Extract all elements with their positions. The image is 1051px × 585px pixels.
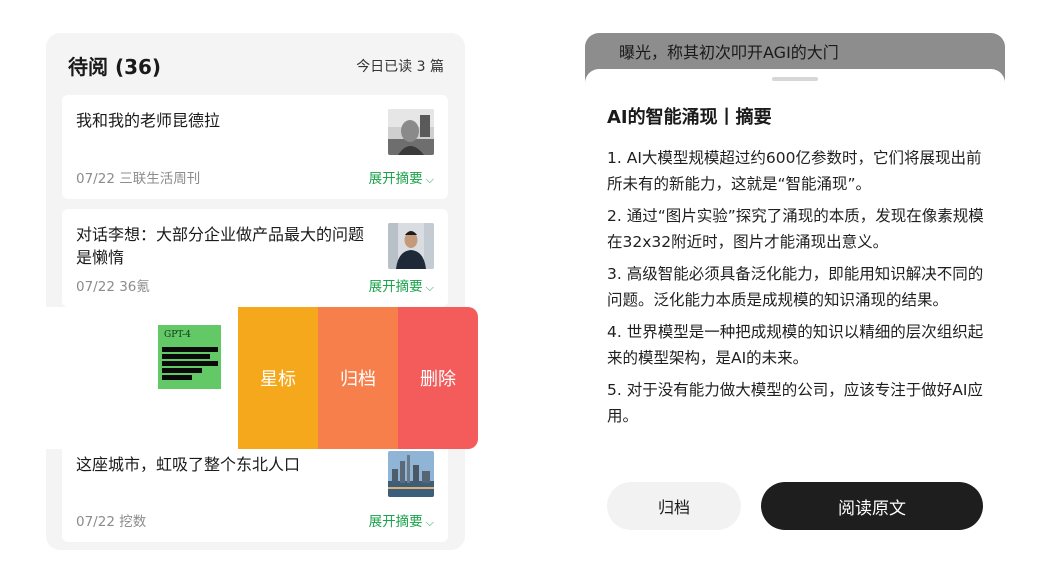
star-button[interactable]: 星标 xyxy=(238,307,318,449)
expand-summary-label: 展开摘要 xyxy=(368,514,423,530)
article-title: 对话李想：大部分企业做产品最大的问题是懒惰 xyxy=(76,225,365,267)
summary-panel: 曝光，称其初次叩开AGI的大门 AI的智能涌现丨摘要 1. AI大模型规模超过约… xyxy=(585,33,1005,550)
delete-button[interactable]: 删除 xyxy=(398,307,478,449)
summary-point: 4. 世界模型是一种把成规模的知识以精细的层次组织起来的模型架构，是AI的未来。 xyxy=(607,323,984,367)
article-thumbnail: GPT-4 xyxy=(158,325,221,389)
redacted-lines-graphic xyxy=(162,347,218,382)
summary-title: AI的智能涌现丨摘要 xyxy=(607,107,772,128)
article-thumbnail xyxy=(388,223,434,269)
archive-button[interactable]: 归档 xyxy=(607,482,741,530)
article-thumbnail xyxy=(388,109,434,155)
article-meta: 07/22 36氪 xyxy=(76,279,150,295)
sheet-drag-handle[interactable] xyxy=(772,77,818,81)
list-header: 待阅 (36) 今日已读 3 篇 xyxy=(68,51,444,79)
article-title: 我和我的老师昆德拉 xyxy=(76,111,221,130)
swipe-actions: 星标 归档 删除 xyxy=(238,307,478,449)
read-original-button[interactable]: 阅读原文 xyxy=(761,482,983,530)
expand-summary-button[interactable]: 展开摘要 ⌵ xyxy=(369,510,434,530)
article-meta: 07/22 挖数 xyxy=(76,514,147,530)
summary-list: 1. AI大模型规模超过约600亿参数时，它们将展现出前所未有的新能力，这就是“… xyxy=(607,145,985,435)
expand-summary-button[interactable]: 展开摘要 ⌵ xyxy=(369,167,434,187)
summary-bottom-sheet: AI的智能涌现丨摘要 1. AI大模型规模超过约600亿参数时，它们将展现出前所… xyxy=(585,69,1005,550)
expand-summary-label: 展开摘要 xyxy=(368,279,423,295)
article-meta: 07/22 三联生活周刊 xyxy=(76,171,201,187)
article-card[interactable]: 对话李想：大部分企业做产品最大的问题是懒惰 07/22 36氪 展开摘要 ⌵ xyxy=(62,209,448,307)
article-thumbnail xyxy=(388,451,434,497)
summary-point: 5. 对于没有能力做大模型的公司，应该专注于做好AI应用。 xyxy=(607,381,983,425)
thumbnail-caption: GPT-4 xyxy=(164,330,191,340)
summary-point: 1. AI大模型规模超过约600亿参数时，它们将展现出前所未有的新能力，这就是“… xyxy=(607,149,982,193)
expand-summary-label: 展开摘要 xyxy=(368,171,423,187)
archive-swipe-button[interactable]: 归档 xyxy=(318,307,398,449)
article-card[interactable]: 我和我的老师昆德拉 07/22 三联生活周刊 展开摘要 ⌵ xyxy=(62,95,448,199)
summary-point: 2. 通过“图片实验”探究了涌现的本质，发现在像素规模在32x32附近时，图片才… xyxy=(607,207,984,251)
list-title: 待阅 (36) xyxy=(68,55,162,79)
summary-point: 3. 高级智能必须具备泛化能力，即能用知识解决不同的问题。泛化能力本质是成规模的… xyxy=(607,265,984,309)
article-card[interactable]: 这座城市，虹吸了整个东北人口 07/22 挖数 展开摘要 ⌵ xyxy=(62,437,448,542)
today-read-count: 今日已读 3 篇 xyxy=(356,59,444,75)
swiped-article-row[interactable]: GPT-4 星标 归档 删除 xyxy=(0,307,478,449)
article-title: 这座城市，虹吸了整个东北人口 xyxy=(76,455,301,474)
chevron-down-icon: ⌵ xyxy=(425,516,434,529)
chevron-down-icon: ⌵ xyxy=(425,281,434,294)
reading-list-panel: 待阅 (36) 今日已读 3 篇 我和我的老师昆德拉 07/22 三联生活周刊 … xyxy=(46,33,465,550)
expand-summary-button[interactable]: 展开摘要 ⌵ xyxy=(369,275,434,295)
chevron-down-icon: ⌵ xyxy=(425,173,434,186)
background-article-text: 曝光，称其初次叩开AGI的大门 xyxy=(619,43,839,62)
swiped-card-content: GPT-4 xyxy=(0,307,240,449)
